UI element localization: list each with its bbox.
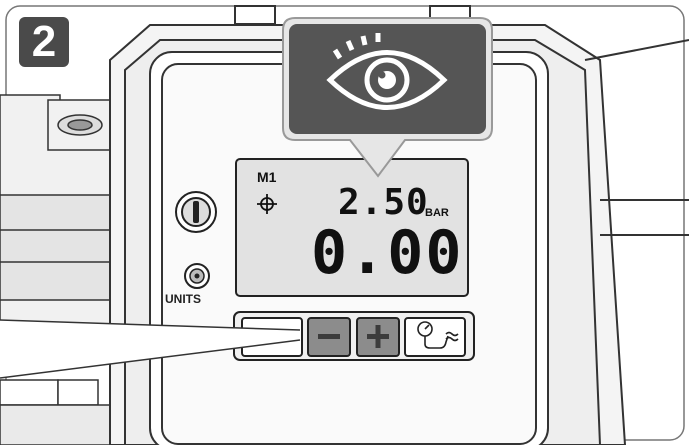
step-number-badge: 2 bbox=[19, 17, 69, 67]
minus-icon bbox=[318, 334, 340, 339]
units-label: UNITS bbox=[165, 292, 201, 306]
lcd-readout: M1 2.50 BAR 0.00 bbox=[238, 161, 466, 294]
current-pressure-value: 0.00 bbox=[311, 218, 464, 288]
power-knob[interactable] bbox=[175, 191, 217, 233]
plus-button[interactable] bbox=[356, 317, 400, 357]
target-pressure-value: 2.50 bbox=[338, 182, 429, 223]
instruction-illustration: 2 M1 2.50 BAR 0.00 UNITS bbox=[0, 0, 689, 445]
crosshair-icon bbox=[257, 194, 277, 214]
inflate-button[interactable] bbox=[404, 317, 466, 357]
units-button[interactable] bbox=[184, 263, 210, 289]
minus-button[interactable] bbox=[307, 317, 351, 357]
mode-indicator: M1 bbox=[257, 169, 277, 185]
